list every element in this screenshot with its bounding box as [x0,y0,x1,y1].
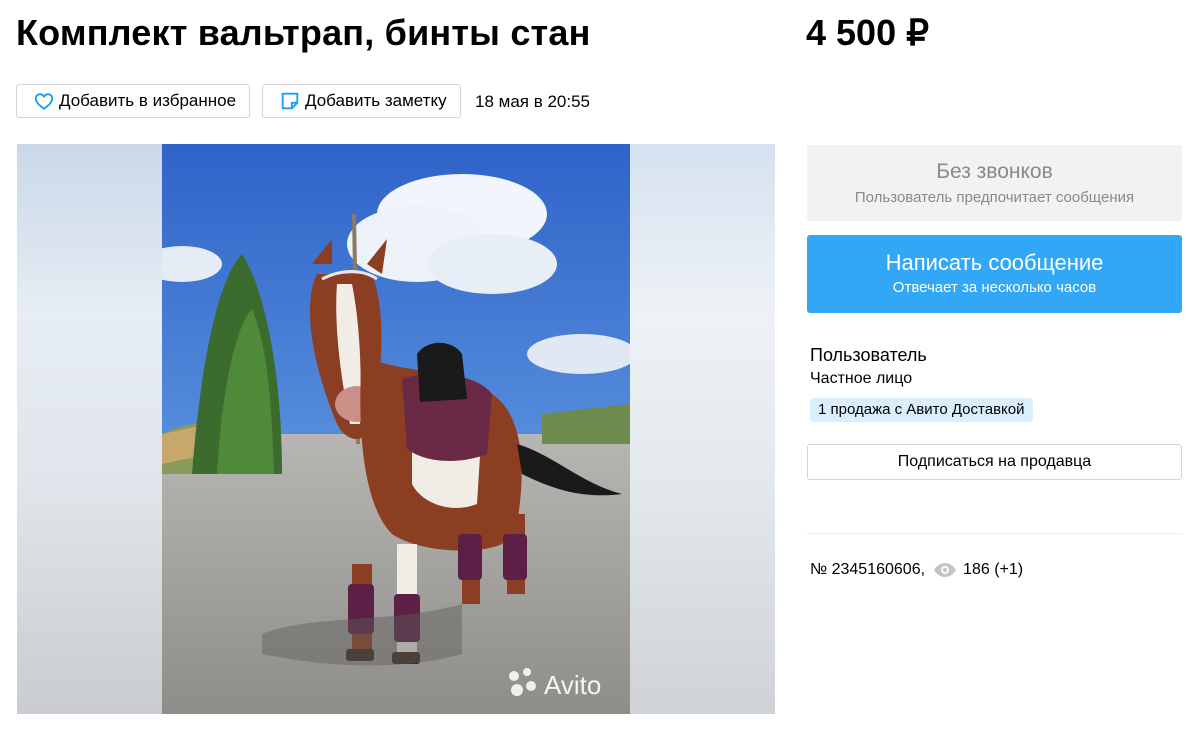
photo-gallery[interactable]: Avito [17,144,775,714]
no-calls-title: Без звонков [936,160,1053,183]
listing-id: № 2345160606, [810,561,926,578]
reply-time-subtitle: Отвечает за несколько часов [892,279,1097,296]
heart-icon [33,90,55,112]
eye-icon [933,562,957,578]
divider [807,533,1182,534]
add-to-favorites-label: Добавить в избранное [59,91,237,110]
gallery-blur-left [17,144,162,714]
subscribe-seller-button[interactable]: Подписаться на продавца [807,444,1182,480]
add-note-label: Добавить заметку [305,91,447,110]
write-message-label: Написать сообщение [885,250,1104,275]
seller-type: Частное лицо [810,370,913,387]
gallery-blur-right [629,144,775,714]
delivery-badge: 1 продажа с Авито Доставкой [810,398,1033,422]
listing-date: 18 мая в 20:55 [475,92,590,111]
listing-price: 4 500 ₽ [806,12,929,53]
add-note-button[interactable]: Добавить заметку [262,84,461,118]
no-calls-panel: Без звонков Пользователь предпочитает со… [807,145,1182,221]
views-count: 186 (+1) [963,561,1024,578]
listing-title: Комплект вальтрап, бинты стан [16,12,591,53]
svg-text:Avito: Avito [544,670,601,700]
add-to-favorites-button[interactable]: Добавить в избранное [16,84,250,118]
listing-photo[interactable]: Avito [162,144,630,714]
listing-meta: № 2345160606, 186 (+1) [810,561,1023,579]
no-calls-subtitle: Пользователь предпочитает сообщения [854,189,1135,206]
write-message-button[interactable]: Написать сообщение Отвечает за несколько… [807,235,1182,313]
note-icon [279,90,301,112]
seller-name[interactable]: Пользователь [810,345,927,366]
